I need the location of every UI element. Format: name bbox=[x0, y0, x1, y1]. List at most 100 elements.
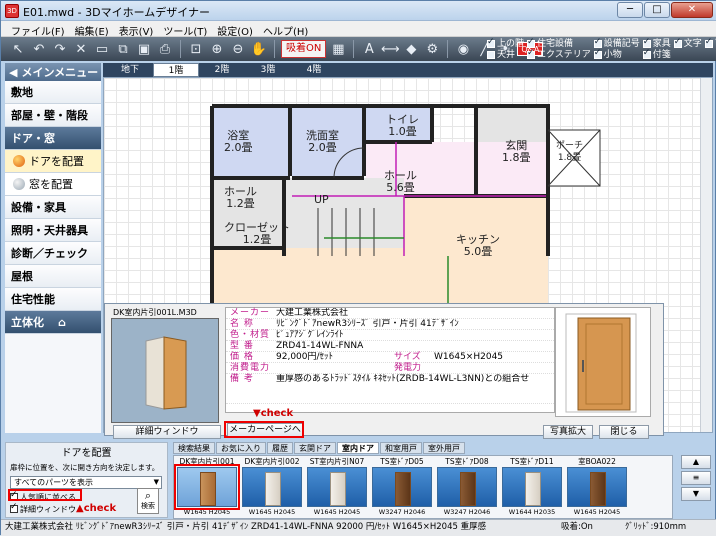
part-item[interactable]: 室BOA022 W1645 H2045 bbox=[566, 457, 628, 517]
part-item[interactable]: DK室内片引001 W1645 H2045 bbox=[174, 457, 240, 517]
minimize-button[interactable]: ─ bbox=[617, 2, 643, 18]
menu-room-wall-stairs[interactable]: 部屋・壁・階段 bbox=[5, 104, 101, 127]
status-snap: 吸着:On bbox=[561, 522, 593, 532]
part-item[interactable]: DK室内片引002 W1645 H2045 bbox=[241, 457, 303, 517]
menu-door-window[interactable]: ドア・窓 bbox=[5, 127, 101, 150]
compass-icon[interactable]: ◉ bbox=[454, 40, 472, 58]
zoom-in-icon[interactable]: ⊕ bbox=[208, 40, 226, 58]
menu-equipment-furniture[interactable]: 設備・家具 bbox=[5, 196, 101, 219]
display-option-checkbox[interactable]: 文字 bbox=[673, 37, 702, 49]
part-item[interactable]: TS室ﾄﾞｱD11 W1644 H2035 bbox=[501, 457, 563, 517]
tab-floor-3[interactable]: 3階 bbox=[245, 63, 291, 77]
zoom-out-icon[interactable]: ⊖ bbox=[229, 40, 247, 58]
panel-description: 扉枠に位置を、次に開き方向を決定します。 bbox=[10, 463, 160, 472]
part-thumbnail bbox=[502, 467, 562, 507]
parts-scroll-controls: ▲ ≡ ▼ bbox=[679, 455, 713, 519]
hand-pan-icon[interactable]: ✋ bbox=[250, 40, 268, 58]
menu-file[interactable]: ファイル(F) bbox=[7, 21, 71, 38]
menu-view[interactable]: 表示(V) bbox=[115, 21, 160, 38]
tab-entrance-door[interactable]: 玄関ドア bbox=[294, 442, 336, 454]
spec-key: 消費電力 bbox=[230, 363, 271, 373]
detail-window: DK室内片引001L.M3D メーカー 大建工業株式会社名 称 ﾘﾋﾞﾝｸﾞﾄﾞｱn… bbox=[104, 303, 664, 439]
product-photo bbox=[555, 307, 651, 417]
close-window-button[interactable]: ✕ bbox=[671, 2, 713, 18]
part-size: W3247 H2046 bbox=[443, 508, 491, 516]
menu-place-door[interactable]: ドアを配置 bbox=[5, 150, 101, 173]
menu-roof[interactable]: 屋根 bbox=[5, 265, 101, 288]
close-detail-button[interactable]: 閉じる bbox=[599, 425, 649, 439]
menu-edit[interactable]: 編集(E) bbox=[71, 21, 115, 38]
part-thumbnail bbox=[307, 467, 367, 507]
tab-floor-4[interactable]: 4階 bbox=[291, 63, 337, 77]
page-up-button[interactable]: ≡ bbox=[681, 471, 711, 485]
tab-floor-1[interactable]: 1階 bbox=[153, 63, 199, 77]
search-button[interactable]: ⌕ 検索 bbox=[137, 488, 159, 514]
main-menu-header[interactable]: ◀ メインメニュー bbox=[5, 63, 101, 81]
dimension-icon[interactable]: ⟷ bbox=[381, 40, 400, 58]
parts-list: DK室内片引001 W1645 H2045 DK室内片引002 W1645 H2045… bbox=[173, 455, 673, 519]
undo-icon[interactable]: ↶ bbox=[30, 40, 48, 58]
text-tool-icon[interactable]: A bbox=[360, 40, 378, 58]
menu-lighting[interactable]: 照明・天井器具 bbox=[5, 219, 101, 242]
display-option-checkbox[interactable]: 上の階 bbox=[487, 37, 524, 49]
menu-tools[interactable]: ツール(T) bbox=[159, 21, 213, 38]
redo-icon[interactable]: ↷ bbox=[51, 40, 69, 58]
settings-icon[interactable]: ⚙ bbox=[423, 40, 441, 58]
tab-basement[interactable]: 地下 bbox=[107, 63, 153, 77]
tab-history[interactable]: 履歴 bbox=[267, 442, 293, 454]
detail-window-button[interactable]: 詳細ウィンドウ bbox=[113, 425, 221, 439]
door-icon bbox=[200, 472, 216, 506]
spec-key: 発電力 bbox=[394, 363, 422, 373]
room-label: ポーチ 1.8畳 bbox=[556, 141, 584, 163]
display-option-checkbox[interactable]: 付箋 bbox=[642, 48, 671, 60]
save-icon[interactable]: ▣ bbox=[135, 40, 153, 58]
tab-floor-2[interactable]: 2階 bbox=[199, 63, 245, 77]
part-item[interactable]: TS室ﾄﾞｱD05 W3247 H2046 bbox=[371, 457, 433, 517]
copy-icon[interactable]: ⧉ bbox=[114, 40, 132, 58]
part-item[interactable]: TS室ﾄﾞｱD08 W3247 H2046 bbox=[436, 457, 498, 517]
checkbox-icon bbox=[673, 37, 682, 48]
spec-value: 92,000円/ｾｯﾄ bbox=[276, 352, 334, 362]
snap-toggle-button[interactable]: 吸着ON bbox=[281, 40, 327, 58]
part-item[interactable]: ST室内片引N07 W1645 H2045 bbox=[306, 457, 368, 517]
display-option-checkbox[interactable]: 下の階 bbox=[704, 37, 716, 49]
pointer-icon[interactable]: ↖ bbox=[9, 40, 27, 58]
menu-diagnosis[interactable]: 診断／チェック bbox=[5, 242, 101, 265]
part-size: W1644 H2035 bbox=[508, 508, 556, 516]
menu-3d[interactable]: 立体化 ⌂ bbox=[5, 311, 101, 334]
tab-japanese-door[interactable]: 和室用戸 bbox=[380, 442, 422, 454]
display-option-checkbox[interactable]: 天井 bbox=[487, 49, 524, 60]
menu-help[interactable]: ヘルプ(H) bbox=[259, 21, 314, 38]
tab-favorites[interactable]: お気に入り bbox=[216, 442, 266, 454]
menu-settings[interactable]: 設定(O) bbox=[213, 21, 259, 38]
checkbox-icon bbox=[704, 37, 713, 48]
open-folder-icon[interactable]: ▭ bbox=[93, 40, 111, 58]
menu-site[interactable]: 敷地 bbox=[5, 81, 101, 104]
display-option-checkbox[interactable]: エクステリア bbox=[527, 48, 591, 60]
paint-icon[interactable]: ◆ bbox=[402, 40, 420, 58]
print-icon[interactable]: ⎙ bbox=[156, 40, 174, 58]
part-thumbnail bbox=[174, 464, 240, 510]
display-option-checkbox[interactable]: 住宅設備 bbox=[527, 37, 591, 49]
tab-exterior-door[interactable]: 室外用戸 bbox=[423, 442, 465, 454]
tab-search-results[interactable]: 検索結果 bbox=[173, 442, 215, 454]
fit-view-icon[interactable]: ⊡ bbox=[187, 40, 205, 58]
scroll-down-button[interactable]: ▼ bbox=[681, 487, 711, 501]
room-label: 玄関 1.8畳 bbox=[502, 139, 531, 164]
magnifier-icon: ⌕ bbox=[144, 489, 152, 502]
menu-performance[interactable]: 住宅性能 bbox=[5, 288, 101, 311]
display-option-checkbox[interactable]: 小物 bbox=[593, 48, 640, 60]
tab-interior-door[interactable]: 室内ドア bbox=[337, 442, 379, 454]
grid-icon[interactable]: ▦ bbox=[329, 40, 347, 58]
spec-value: ZRD41-14WL-FNNA bbox=[276, 341, 364, 351]
room-label: クローゼット 1.2畳 bbox=[224, 221, 290, 246]
part-thumbnail bbox=[437, 467, 497, 507]
vertical-scrollbar[interactable] bbox=[700, 78, 712, 432]
part-thumbnail bbox=[567, 467, 627, 507]
maximize-button[interactable]: □ bbox=[644, 2, 670, 18]
delete-icon[interactable]: ✕ bbox=[72, 40, 90, 58]
spec-table: メーカー 大建工業株式会社名 称 ﾘﾋﾞﾝｸﾞﾄﾞｱnewR3ｼﾘｰｽﾞ 引戸・片引… bbox=[225, 307, 555, 413]
scroll-up-button[interactable]: ▲ bbox=[681, 455, 711, 469]
menu-place-window[interactable]: 窓を配置 bbox=[5, 173, 101, 196]
zoom-photo-button[interactable]: 写真拡大 bbox=[543, 425, 593, 439]
